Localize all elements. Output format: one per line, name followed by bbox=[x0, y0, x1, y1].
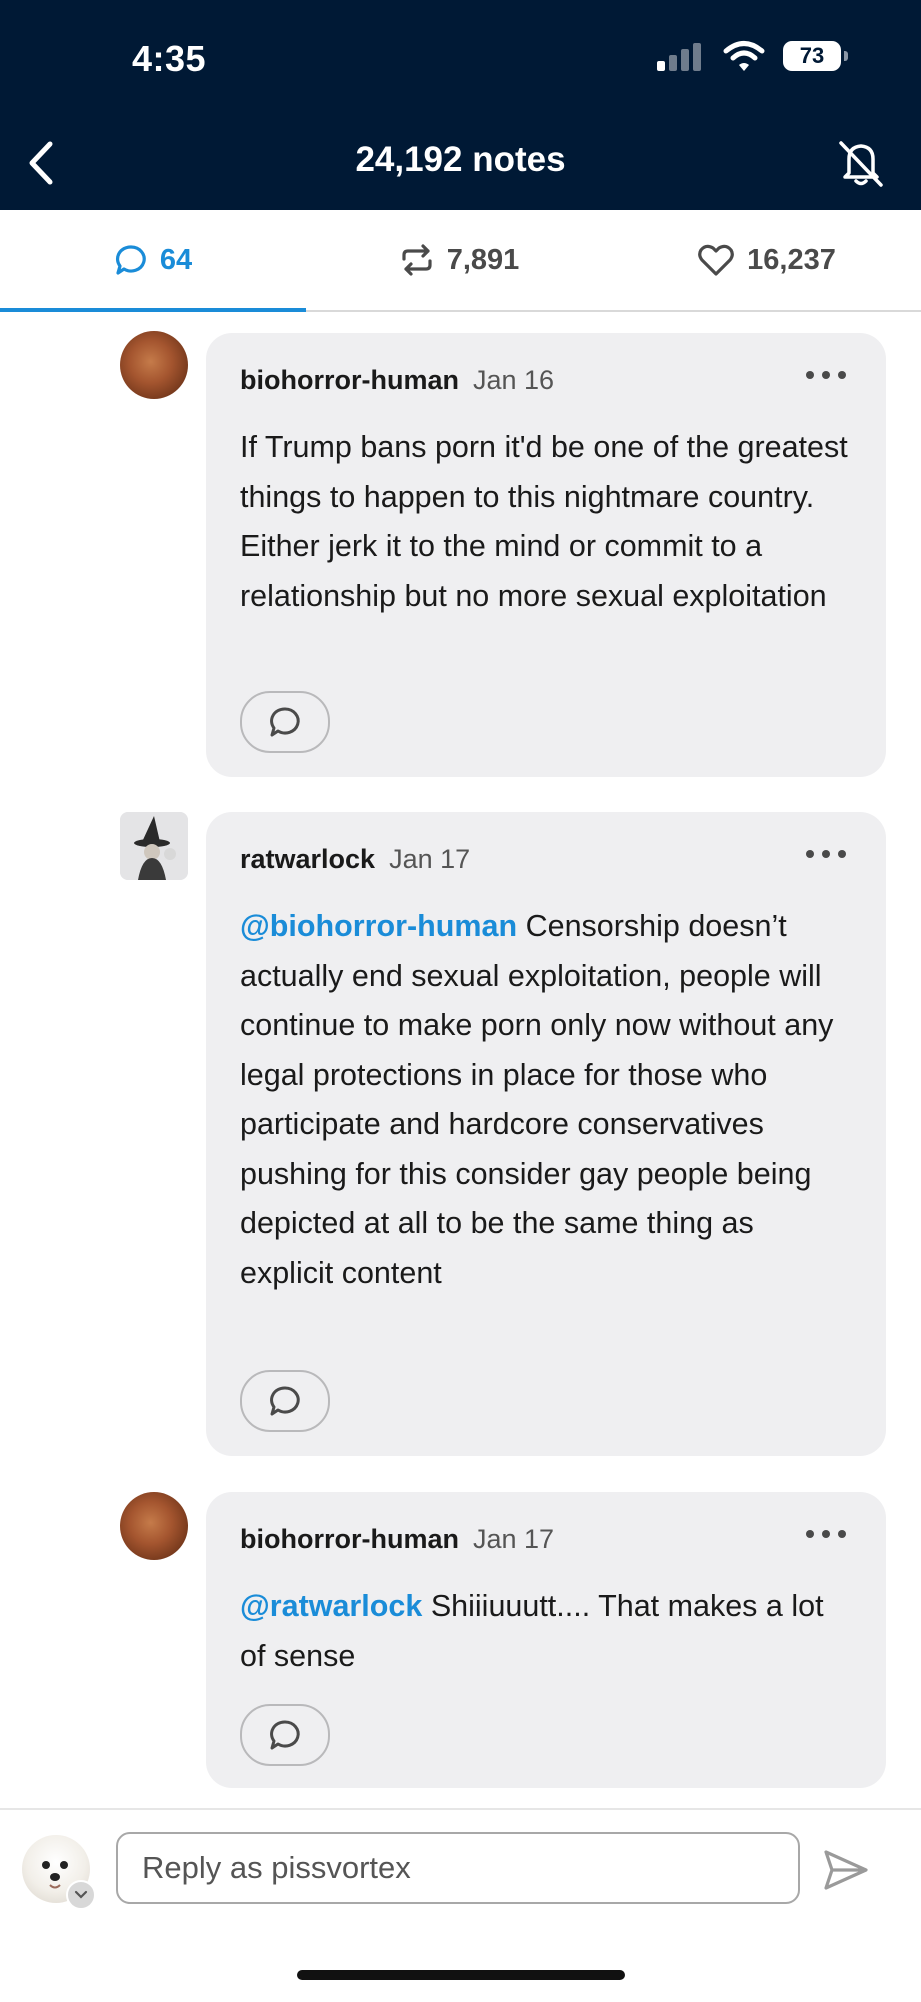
comment-date: Jan 17 bbox=[389, 844, 471, 874]
reply-button[interactable] bbox=[240, 1704, 330, 1766]
notifications-off-icon[interactable] bbox=[833, 135, 889, 191]
comment-body: Censorship doesn’t actually end sexual e… bbox=[240, 909, 834, 1290]
comment-icon bbox=[270, 707, 300, 737]
reblog-icon bbox=[402, 244, 432, 276]
avatar[interactable] bbox=[120, 812, 188, 880]
reply-button[interactable] bbox=[240, 691, 330, 753]
notes-tabs: 64 7,891 16,237 bbox=[0, 210, 921, 312]
tab-reblogs-count: 7,891 bbox=[446, 243, 520, 276]
status-time: 4:35 bbox=[132, 38, 207, 79]
comment-mention[interactable]: @biohorror-human bbox=[240, 909, 517, 943]
comment-text: If Trump bans porn it'd be one of the gr… bbox=[240, 423, 852, 621]
tab-reblogs[interactable]: 7,891 bbox=[306, 210, 612, 310]
comment-username[interactable]: biohorror-human bbox=[240, 1524, 459, 1555]
comment-bubble: biohorror-human Jan 17 @ratwarlock Shiii… bbox=[206, 1492, 886, 1788]
wizard-avatar-image bbox=[120, 812, 188, 880]
comment-text: @biohorror-human Censorship doesn’t actu… bbox=[240, 902, 852, 1298]
reply-button[interactable] bbox=[240, 1370, 330, 1432]
home-indicator bbox=[297, 1970, 625, 1980]
comment-username[interactable]: ratwarlock bbox=[240, 844, 375, 875]
header: 4:35 73 24,192 notes bbox=[0, 0, 921, 210]
status-icons: 73 bbox=[655, 40, 848, 72]
avatar[interactable] bbox=[120, 1492, 188, 1560]
comment-date: Jan 16 bbox=[472, 365, 555, 395]
signal-icon bbox=[657, 43, 701, 71]
comment-icon bbox=[270, 1386, 300, 1416]
comment-mention[interactable]: @ratwarlock bbox=[240, 1589, 422, 1623]
account-switch-chevron-icon[interactable] bbox=[66, 1880, 96, 1910]
comment-header: biohorror-human Jan 17 bbox=[240, 1524, 554, 1555]
battery-indicator: 73 bbox=[783, 41, 848, 71]
more-options-icon[interactable] bbox=[804, 1526, 848, 1542]
comment-date: Jan 17 bbox=[472, 1524, 555, 1554]
wifi-icon bbox=[723, 41, 765, 71]
comment-header: biohorror-human Jan 16 bbox=[240, 365, 554, 396]
active-tab-underline bbox=[0, 308, 306, 312]
tab-likes[interactable]: 16,237 bbox=[612, 210, 921, 310]
comment-body: If Trump bans porn it'd be one of the gr… bbox=[240, 430, 848, 613]
comment-bubble: biohorror-human Jan 16 If Trump bans por… bbox=[206, 333, 886, 777]
tab-replies-count: 64 bbox=[159, 243, 193, 276]
comment-icon bbox=[115, 245, 146, 275]
heart-icon bbox=[698, 244, 735, 276]
reply-input[interactable] bbox=[116, 1832, 800, 1904]
send-icon[interactable] bbox=[822, 1846, 870, 1894]
comment-bubble: ratwarlock Jan 17 @biohorror-human Censo… bbox=[206, 812, 886, 1456]
avatar[interactable] bbox=[120, 331, 188, 399]
tab-replies[interactable]: 64 bbox=[0, 210, 306, 310]
more-options-icon[interactable] bbox=[804, 367, 848, 383]
page-title: 24,192 notes bbox=[355, 140, 566, 179]
more-options-icon[interactable] bbox=[804, 846, 848, 862]
comment-header: ratwarlock Jan 17 bbox=[240, 844, 470, 875]
comment-text: @ratwarlock Shiiiuuutt.... That makes a … bbox=[240, 1582, 852, 1681]
tab-likes-count: 16,237 bbox=[747, 243, 836, 276]
comment-icon bbox=[270, 1720, 300, 1750]
comment-username[interactable]: biohorror-human bbox=[240, 365, 459, 396]
